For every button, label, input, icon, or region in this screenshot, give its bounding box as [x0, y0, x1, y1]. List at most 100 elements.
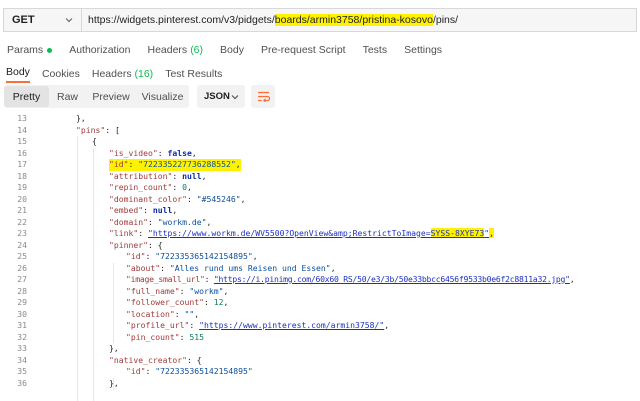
code-line: 19 "repin_count": 0,	[0, 182, 640, 194]
chevron-down-icon	[231, 95, 239, 100]
code-punct: :	[186, 193, 197, 204]
image-url-link[interactable]: "https://i.pinimg.com/60x60_RS/50/e3/3b/…	[214, 274, 570, 284]
format-select[interactable]: JSON	[197, 85, 245, 108]
tab-body-label: Body	[220, 44, 244, 56]
json-value: "#545246"	[196, 193, 241, 204]
json-value: "workm"	[189, 285, 224, 296]
code-line: 15 {	[0, 136, 640, 148]
tab-body[interactable]: Body	[220, 44, 244, 56]
code-line: 29 "follower_count": 12,	[0, 297, 640, 309]
line-number: 30	[17, 308, 27, 319]
response-tabs: Body Cookies Headers (16) Test Results	[0, 63, 640, 83]
json-key: "location"	[126, 308, 175, 319]
response-body-code[interactable]: 13}, 14 "pins": [ 15 { 16 "is_video": false…	[0, 113, 640, 401]
link-value[interactable]: "https://www.workm.de/WV5500?OpenView&am…	[148, 228, 489, 238]
tab-params[interactable]: Params	[7, 44, 53, 56]
code-line: 36},	[0, 378, 640, 390]
method-select[interactable]: GET	[3, 8, 81, 32]
code-punct: :	[179, 331, 190, 342]
code-punct: },	[76, 113, 86, 123]
tab-authorization-label: Authorization	[69, 44, 131, 56]
tab-authorization[interactable]: Authorization	[69, 44, 130, 56]
json-key: "image_small_url"	[126, 274, 205, 284]
code-line: 35 "id": "722335365142154895"	[0, 366, 640, 378]
code-punct: ,	[206, 216, 212, 227]
code-line: 26 "about": "Alles rund ums Reisen und Es…	[0, 263, 640, 275]
code-punct: :	[189, 320, 200, 330]
line-number: 21	[17, 205, 27, 215]
code-punct: ,	[489, 228, 494, 238]
tab-headers-label: Headers	[147, 44, 188, 56]
line-number: 36	[17, 377, 27, 388]
json-value: "722335365142154895"	[155, 366, 253, 376]
headers-count-badge: (6)	[190, 44, 204, 56]
line-number: 29	[17, 297, 27, 307]
json-key: "is_video"	[109, 147, 158, 158]
tab-response-body-label: Body	[6, 66, 30, 78]
code-punct: :	[204, 274, 214, 284]
url-input[interactable]: https://widgets.pinterest.com/v3/pidgets…	[81, 8, 637, 32]
code-punct: :	[179, 285, 190, 296]
line-number: 34	[17, 354, 27, 365]
wrap-lines-button[interactable]	[251, 85, 275, 108]
tab-response-cookies[interactable]: Cookies	[42, 68, 80, 83]
code-line: 25 "id": "722335365142154895",	[0, 251, 640, 263]
preview-button[interactable]: Preview	[86, 86, 136, 107]
line-number: 13	[17, 113, 27, 123]
code-punct: },	[109, 343, 119, 353]
code-punct: ,	[384, 320, 390, 330]
line-number: 15	[17, 136, 27, 146]
json-key: "id"	[109, 159, 129, 169]
tab-test-results[interactable]: Test Results	[165, 68, 222, 83]
request-tabs: Params Authorization Headers (6) Body Pre…	[0, 40, 640, 60]
tab-tests-label: Tests	[362, 44, 388, 56]
code-line: 17 "id": "722335227736288552",	[0, 159, 640, 171]
tab-response-body[interactable]: Body	[6, 66, 30, 83]
line-number: 16	[17, 147, 27, 158]
tab-settings[interactable]: Settings	[404, 44, 442, 56]
code-punct: ,	[186, 182, 192, 192]
json-key: "profile_url"	[126, 320, 190, 330]
tab-prerequest-script[interactable]: Pre-request Script	[261, 44, 346, 56]
tab-tests[interactable]: Tests	[363, 44, 388, 56]
params-status-dot	[47, 47, 53, 53]
profile-url-link[interactable]: "https://www.pinterest.com/armin3758/"	[199, 320, 384, 330]
code-punct: ,	[252, 251, 258, 261]
code-line: 24 "pinner": {	[0, 240, 640, 252]
json-key: "domain"	[109, 216, 148, 227]
json-key: "embed"	[109, 205, 144, 215]
tab-headers[interactable]: Headers (6)	[147, 44, 203, 56]
visualize-button[interactable]: Visualize	[136, 86, 189, 107]
code-punct: ,	[172, 205, 178, 215]
raw-button[interactable]: Raw	[49, 86, 86, 107]
code-punct: :	[143, 205, 153, 215]
json-value: ""	[184, 308, 195, 319]
json-key: "id"	[126, 366, 146, 376]
tab-params-label: Params	[7, 44, 44, 56]
json-key: "follower_count"	[126, 297, 204, 307]
json-value: 515	[189, 331, 204, 342]
code-line: 14 "pins": [	[0, 125, 640, 137]
line-number: 32	[17, 331, 27, 342]
json-value: null	[182, 170, 202, 181]
tab-response-headers[interactable]: Headers (16)	[92, 68, 153, 83]
line-number: 18	[17, 170, 27, 181]
json-key: "attribution"	[109, 170, 173, 181]
code-punct: ,	[569, 274, 575, 284]
pretty-button[interactable]: Pretty	[4, 86, 49, 107]
method-label: GET	[12, 14, 35, 26]
code-line: 27 "image_small_url": "https://i.pinimg.c…	[0, 274, 640, 286]
code-line: 30 "location": "",	[0, 309, 640, 321]
request-url-bar: GET https://widgets.pinterest.com/v3/pid…	[0, 0, 640, 40]
json-value: "workm.de"	[157, 216, 207, 227]
code-punct: ,	[330, 262, 336, 273]
line-number: 27	[17, 274, 27, 284]
code-punct: ,	[223, 297, 229, 307]
json-key: "pins"	[76, 124, 106, 135]
code-punct: : [	[105, 124, 120, 135]
line-number: 14	[17, 124, 27, 135]
code-punct: {	[92, 136, 97, 146]
code-punct: : {	[186, 354, 202, 365]
line-number: 31	[17, 320, 27, 330]
code-line: 22 "domain": "workm.de",	[0, 217, 640, 229]
